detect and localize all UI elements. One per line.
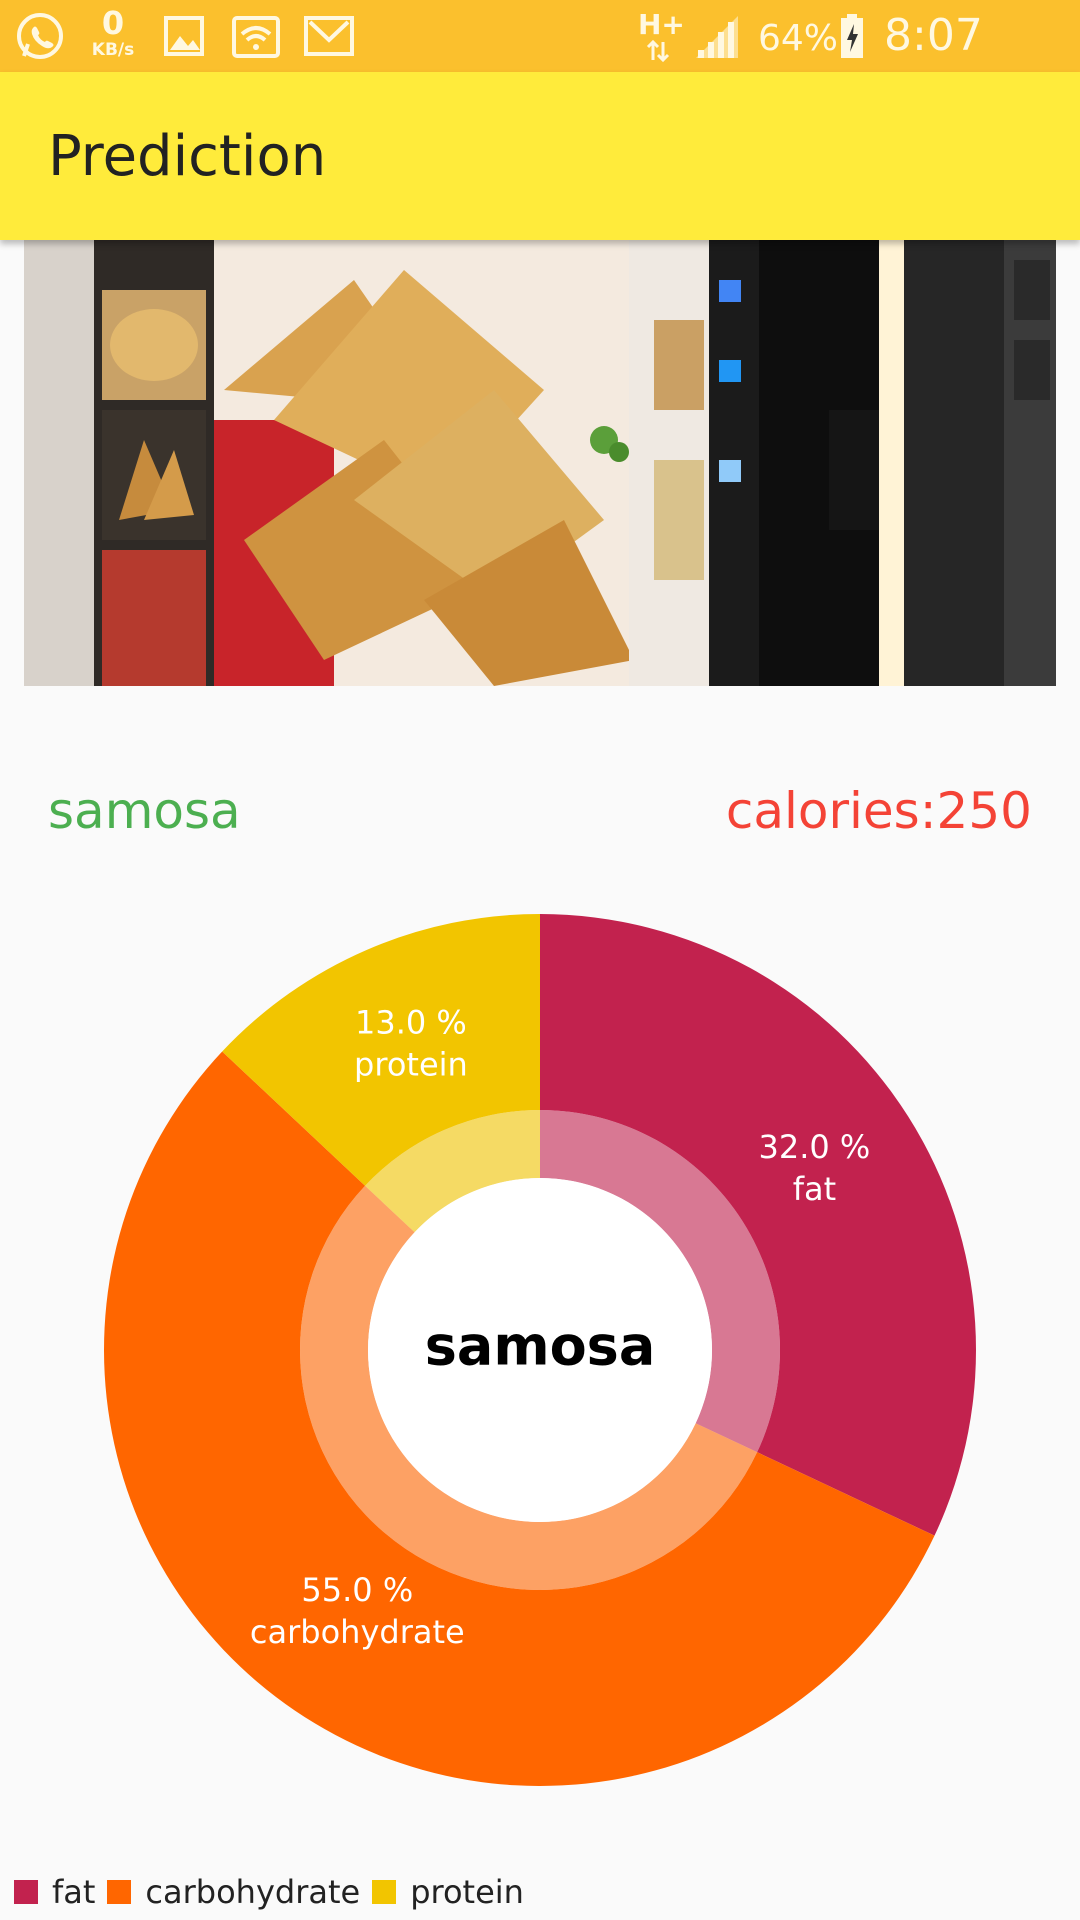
legend-swatch-carbohydrate bbox=[107, 1880, 132, 1904]
legend-label-carbohydrate: carbohydrate bbox=[145, 1873, 361, 1911]
calories-label: calories:250 bbox=[725, 782, 1032, 840]
status-bar: 0 KB/s H+ 64% 8:07 a.m. bbox=[0, 0, 1080, 112]
slice-value-protein: 13.0 % bbox=[355, 1004, 467, 1042]
chart-center-text: samosa bbox=[425, 1315, 656, 1378]
gmail-icon bbox=[304, 16, 354, 56]
battery-charging-icon bbox=[841, 14, 863, 58]
legend-swatch-protein bbox=[372, 1880, 397, 1904]
nutrition-pie-chart: samosa 32.0 % fat 55.0 % carbohydrate 13.0 %… bbox=[103, 914, 976, 1787]
slice-value-fat: 32.0 % bbox=[758, 1128, 870, 1166]
app-bar: Prediction bbox=[0, 72, 1080, 240]
legend-label-fat: fat bbox=[52, 1873, 96, 1911]
whatsapp-icon bbox=[17, 13, 63, 59]
legend-item-fat: fat bbox=[14, 1873, 95, 1911]
legend-label-protein: protein bbox=[410, 1873, 524, 1911]
legend-swatch-fat bbox=[14, 1880, 38, 1904]
network-type: H+ bbox=[638, 8, 685, 41]
food-photo bbox=[24, 240, 1056, 686]
signal-icon bbox=[696, 16, 738, 58]
network-arrows-icon bbox=[646, 40, 670, 62]
legend-item-carbohydrate: carbohydrate bbox=[107, 1873, 360, 1911]
chart-legend: fat carbohydrate protein bbox=[14, 1872, 536, 1912]
image-icon bbox=[164, 16, 204, 56]
network-speed: 0 KB/s bbox=[88, 6, 138, 60]
legend-item-protein: protein bbox=[372, 1873, 524, 1911]
slice-label-protein: protein bbox=[354, 1046, 468, 1084]
slice-label-carbohydrate: carbohydrate bbox=[250, 1613, 465, 1651]
wifi-icon bbox=[232, 16, 280, 58]
slice-label-fat: fat bbox=[793, 1170, 836, 1208]
slice-value-carbohydrate: 55.0 % bbox=[301, 1571, 413, 1609]
page-title: Prediction bbox=[48, 124, 327, 189]
food-name: samosa bbox=[48, 782, 241, 840]
battery-percent: 64% bbox=[758, 18, 839, 59]
network-speed-unit: KB/s bbox=[91, 40, 135, 60]
network-speed-value: 0 bbox=[101, 4, 125, 42]
